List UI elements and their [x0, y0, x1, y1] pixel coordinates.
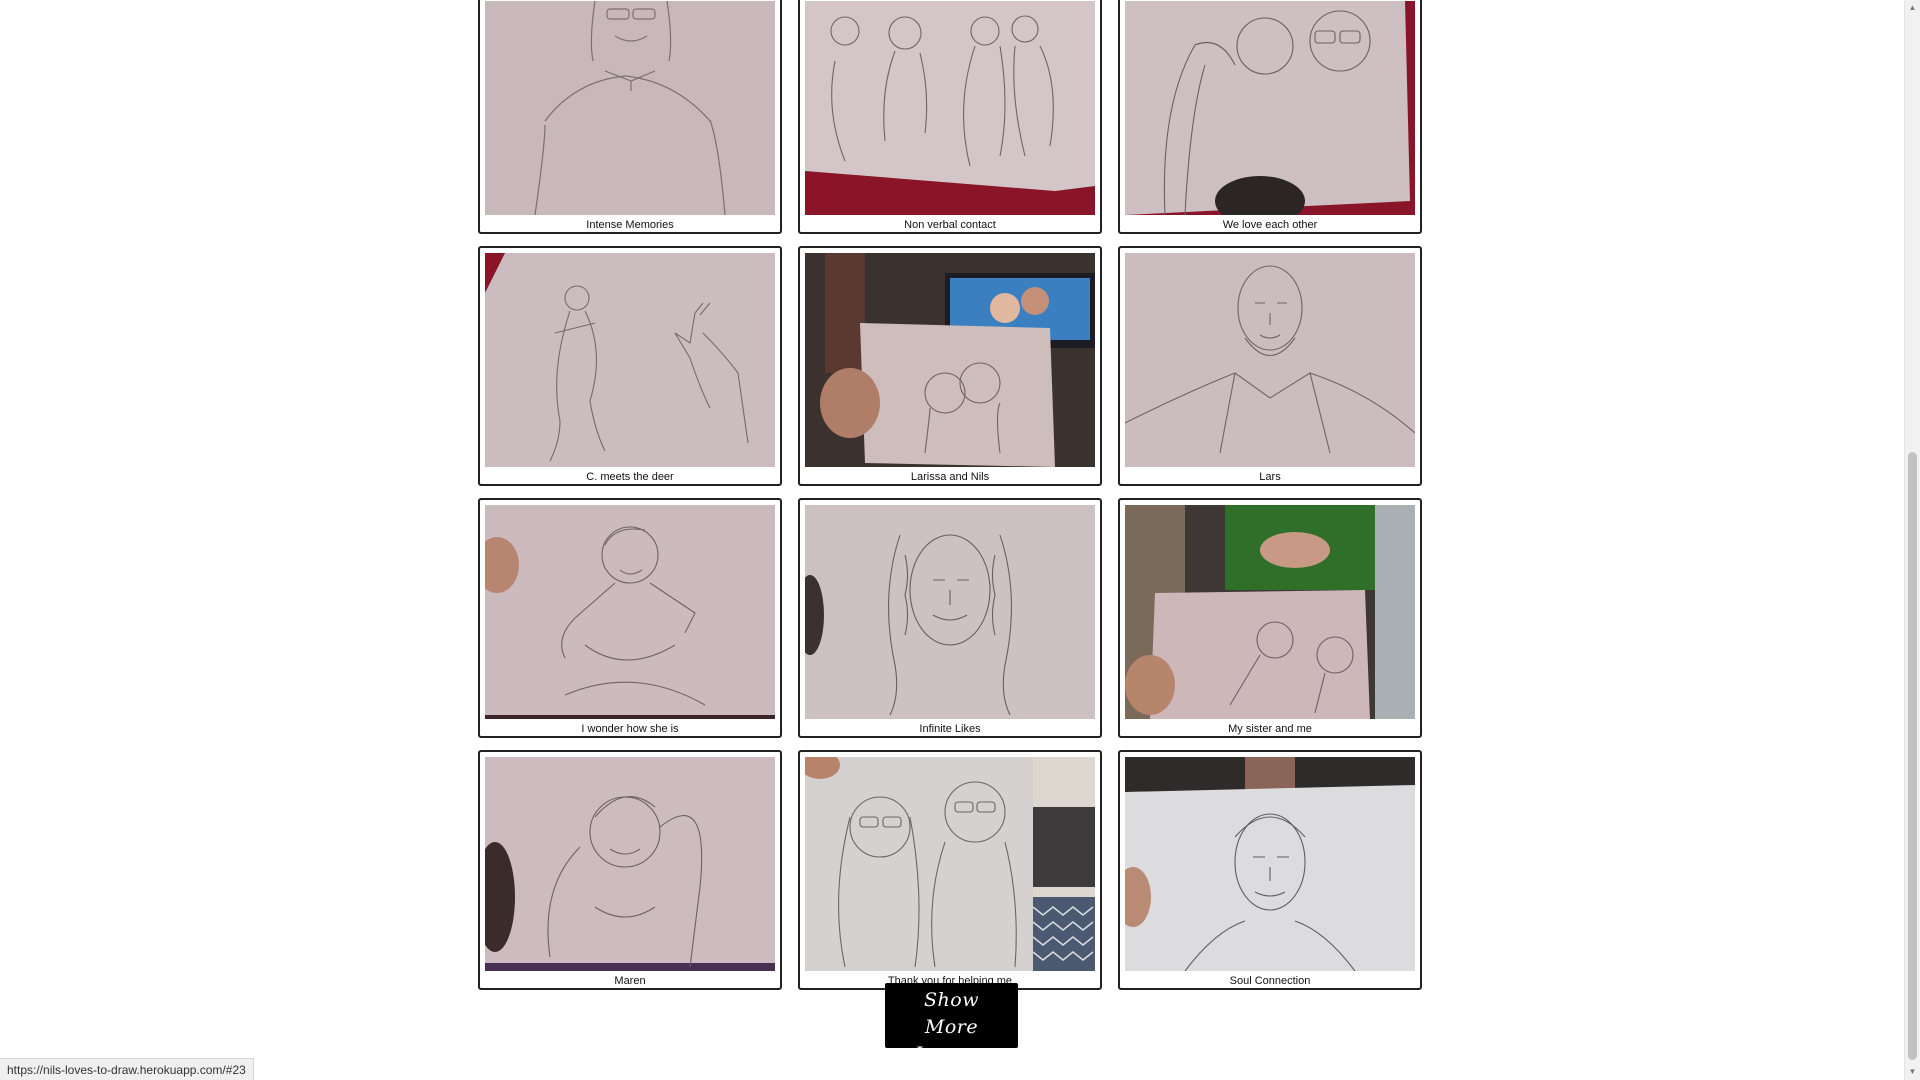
image-caption: Infinite Likes — [919, 723, 981, 735]
page: Intense Memories Non verbal contact We l… — [0, 0, 1920, 1080]
vertical-scrollbar[interactable]: ▲ ▼ — [1904, 0, 1920, 1080]
gallery-card[interactable]: Infinite Likes — [798, 498, 1102, 738]
image-caption: Intense Memories — [586, 219, 674, 231]
image-caption: We love each other — [1222, 219, 1318, 231]
gallery-card[interactable]: Larissa and Nils — [798, 246, 1102, 486]
image-caption: C. meets the deer — [586, 471, 674, 483]
gallery-card[interactable]: Non verbal contact — [798, 0, 1102, 234]
gallery-card[interactable]: Thank you for helping me — [798, 750, 1102, 990]
gallery-card[interactable]: Intense Memories — [478, 0, 782, 234]
image-caption: I wonder how she is — [581, 723, 679, 735]
drawing-image[interactable] — [1125, 1, 1415, 215]
drawing-image[interactable] — [485, 757, 775, 971]
drawing-image[interactable] — [805, 1, 1095, 215]
scrollbar-thumb[interactable] — [1908, 452, 1917, 1060]
drawing-image[interactable] — [1125, 505, 1415, 719]
drawing-image[interactable] — [485, 505, 775, 719]
gallery-card[interactable]: Soul Connection — [1118, 750, 1422, 990]
gallery-card[interactable]: We love each other — [1118, 0, 1422, 234]
drawing-image[interactable] — [485, 1, 775, 215]
gallery-card[interactable]: My sister and me — [1118, 498, 1422, 738]
gallery-card[interactable]: Maren — [478, 750, 782, 990]
image-caption: Larissa and Nils — [910, 471, 990, 483]
drawing-image[interactable] — [805, 505, 1095, 719]
image-gallery: Intense Memories Non verbal contact We l… — [478, 0, 1438, 990]
status-bar-url: https://nils-loves-to-draw.herokuapp.com… — [0, 1058, 254, 1080]
drawing-image[interactable] — [1125, 253, 1415, 467]
scroll-up-arrow-icon[interactable]: ▲ — [1905, 0, 1920, 16]
gallery-card[interactable]: Lars — [1118, 246, 1422, 486]
image-caption: My sister and me — [1228, 723, 1312, 735]
scroll-down-arrow-icon[interactable]: ▼ — [1905, 1064, 1920, 1080]
drawing-image[interactable] — [485, 253, 775, 467]
drawing-image[interactable] — [805, 253, 1095, 467]
gallery-card[interactable]: C. meets the deer — [478, 246, 782, 486]
image-caption: Lars — [1259, 471, 1281, 483]
image-caption: Soul Connection — [1229, 975, 1311, 987]
image-caption: Maren — [614, 975, 646, 987]
drawing-image[interactable] — [1125, 757, 1415, 971]
drawing-image[interactable] — [805, 757, 1095, 971]
show-more-images-button[interactable]: Show More Images — [885, 983, 1018, 1065]
image-caption: Non verbal contact — [904, 219, 996, 231]
gallery-card[interactable]: I wonder how she is — [478, 498, 782, 738]
